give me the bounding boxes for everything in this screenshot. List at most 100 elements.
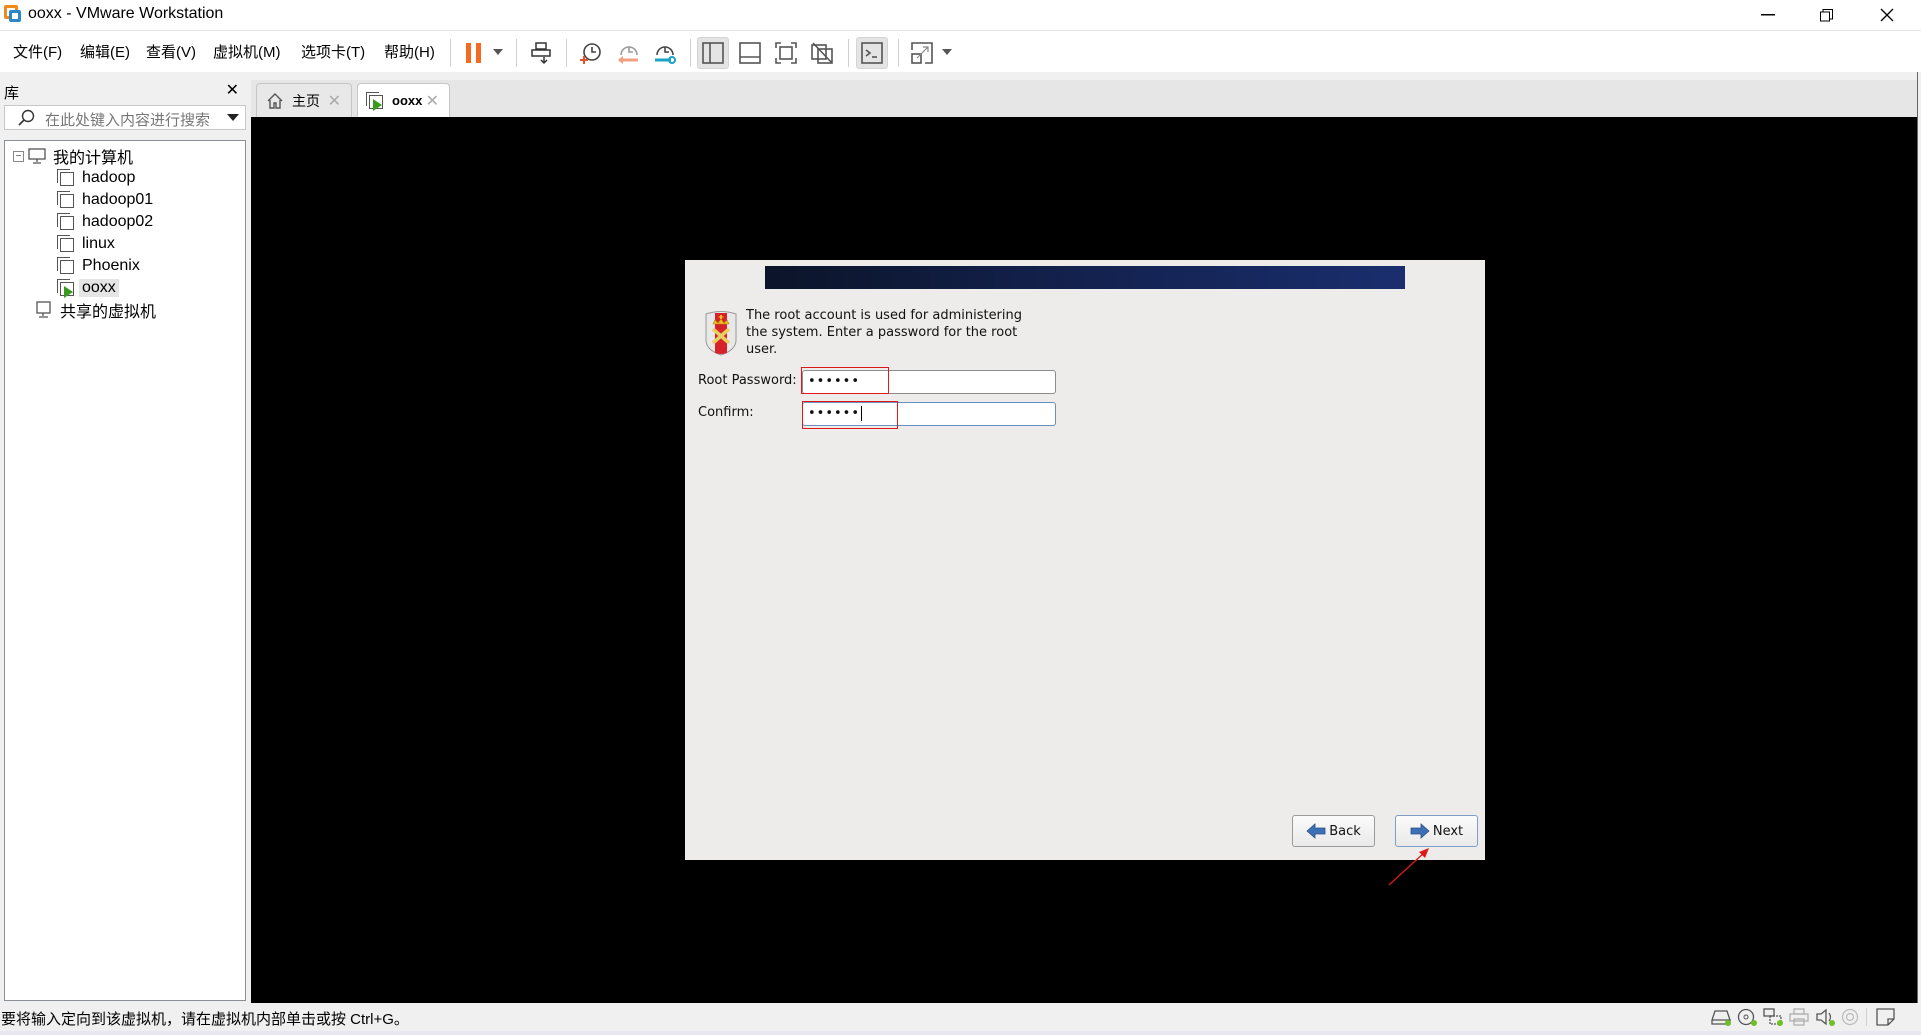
send-ctrl-alt-del-button[interactable] [526, 37, 558, 69]
pause-dropdown[interactable] [493, 49, 503, 55]
menu-view[interactable]: 查看(V) [146, 41, 196, 62]
back-button[interactable]: Back [1292, 815, 1375, 847]
stretch-guest-icon [911, 42, 933, 64]
snapshot-manager-icon [655, 46, 676, 64]
vm-running-icon [366, 91, 384, 111]
root-intro-text: The root account is used for administeri… [746, 308, 1023, 357]
tree-label: hadoop02 [82, 213, 154, 230]
toolbar-separator [450, 39, 451, 67]
tree-label: hadoop01 [82, 191, 154, 208]
toolbar-separator [898, 39, 899, 67]
root-password-label: Root Password: [698, 373, 797, 388]
menu-tabs[interactable]: 选项卡(T) [301, 41, 365, 62]
vm-icon [57, 257, 75, 275]
toolbar-separator [690, 39, 691, 67]
library-title: 库 [4, 85, 20, 102]
annotation-box [802, 401, 898, 429]
library-close-button[interactable]: ✕ [226, 80, 239, 100]
search-dropdown[interactable] [227, 114, 239, 121]
next-arrow-icon [1410, 823, 1430, 839]
tree-label: Phoenix [82, 257, 140, 274]
pause-button[interactable] [458, 37, 490, 69]
tree-vm-hadoop02[interactable]: hadoop02 [57, 211, 156, 233]
send-ctrl-alt-del-icon [531, 42, 551, 65]
tab-close-icon[interactable]: ✕ [328, 91, 341, 111]
menu-help[interactable]: 帮助(H) [384, 41, 435, 62]
pause-icon [466, 43, 481, 63]
minimize-button[interactable] [1739, 0, 1797, 30]
vm-icon [57, 213, 75, 231]
tab-home[interactable]: 主页 ✕ [256, 83, 352, 117]
search-placeholder: 在此处键入内容进行搜索 [45, 112, 211, 129]
confirm-label: Confirm: [698, 405, 754, 420]
back-arrow-icon [1306, 823, 1326, 839]
window-title: ooxx - VMware Workstation [28, 5, 224, 22]
tab-label: ooxx [392, 93, 423, 108]
hard-disk-icon[interactable] [1711, 1008, 1731, 1026]
tree-label: 我的计算机 [53, 150, 134, 167]
status-separator [1866, 1008, 1867, 1026]
fullscreen-icon [775, 42, 797, 64]
take-snapshot-icon [580, 43, 601, 64]
vmware-logo-icon [4, 5, 22, 23]
library-search-input[interactable]: 在此处键入内容进行搜索 [4, 105, 246, 130]
close-window-button[interactable] [1858, 0, 1916, 30]
root-password-screen: The root account is used for administeri… [685, 260, 1485, 860]
sound-card-icon[interactable] [1815, 1008, 1835, 1026]
tree-label: hadoop [82, 169, 136, 186]
snapshot-manager-button[interactable] [648, 37, 680, 69]
unity-icon [811, 42, 833, 64]
toolbar-separator [566, 39, 567, 67]
tab-close-icon[interactable]: ✕ [426, 91, 439, 111]
thumbnail-bar-button[interactable] [734, 37, 766, 69]
collapse-icon[interactable]: − [13, 150, 24, 162]
tree-vm-phoenix[interactable]: Phoenix [57, 255, 143, 277]
title-bar: ooxx - VMware Workstation [0, 0, 1921, 30]
window-edge [1917, 72, 1921, 1003]
tree-vm-hadoop[interactable]: hadoop [57, 167, 138, 189]
unity-button[interactable] [806, 37, 838, 69]
menu-file[interactable]: 文件(F) [13, 41, 62, 62]
show-library-button[interactable] [697, 37, 729, 69]
back-label: Back [1329, 823, 1361, 839]
shield-icon [705, 311, 737, 356]
network-adapter-icon[interactable] [1763, 1008, 1783, 1026]
tree-my-computer[interactable]: − 我的计算机 [13, 145, 136, 167]
status-bar: 要将输入定向到该虚拟机，请在虚拟机内部单击或按 Ctrl+G。 [0, 1003, 1921, 1031]
printer-icon[interactable] [1789, 1008, 1809, 1026]
restore-button[interactable] [1797, 0, 1855, 30]
revert-snapshot-button[interactable] [612, 37, 644, 69]
library-header: 库 ✕ [0, 80, 247, 102]
installer-banner [765, 266, 1405, 289]
cd-dvd-icon[interactable] [1737, 1008, 1757, 1026]
tab-strip: 主页 ✕ ooxx ✕ [251, 80, 1917, 117]
menu-toolbar: 文件(F) 编辑(E) 查看(V) 虚拟机(M) 选项卡(T) 帮助(H) [0, 30, 1921, 72]
tab-ooxx[interactable]: ooxx ✕ [357, 83, 450, 117]
vm-icon [57, 235, 75, 253]
tree-vm-hadoop01[interactable]: hadoop01 [57, 189, 156, 211]
message-log-icon[interactable] [1876, 1008, 1896, 1026]
fullscreen-button[interactable] [770, 37, 802, 69]
tree-label: linux [82, 235, 115, 252]
tree-vm-ooxx[interactable]: ooxx [57, 277, 119, 299]
vm-icon [57, 169, 75, 187]
stretch-guest-button[interactable] [906, 37, 938, 69]
tab-label: 主页 [292, 92, 320, 109]
stretch-dropdown[interactable] [942, 49, 952, 55]
home-icon [267, 92, 283, 109]
thumbnail-bar-icon [739, 42, 761, 64]
library-tree[interactable]: − 我的计算机 hadoop hadoop01 hadoop02 linux P… [4, 140, 246, 1001]
show-library-icon [702, 42, 724, 64]
take-snapshot-button[interactable] [575, 37, 607, 69]
menu-vm[interactable]: 虚拟机(M) [213, 41, 281, 62]
toolbar-separator [848, 39, 849, 67]
camera-icon[interactable] [1841, 1008, 1861, 1026]
tree-shared-vms[interactable]: 共享的虚拟机 [35, 299, 159, 321]
taskbar-edge [0, 1031, 1921, 1035]
next-button[interactable]: Next [1395, 815, 1478, 847]
revert-snapshot-icon [618, 46, 638, 64]
console-view-button[interactable] [856, 37, 888, 69]
menu-edit[interactable]: 编辑(E) [80, 41, 130, 62]
console-view-icon [861, 42, 883, 64]
tree-vm-linux[interactable]: linux [57, 233, 118, 255]
